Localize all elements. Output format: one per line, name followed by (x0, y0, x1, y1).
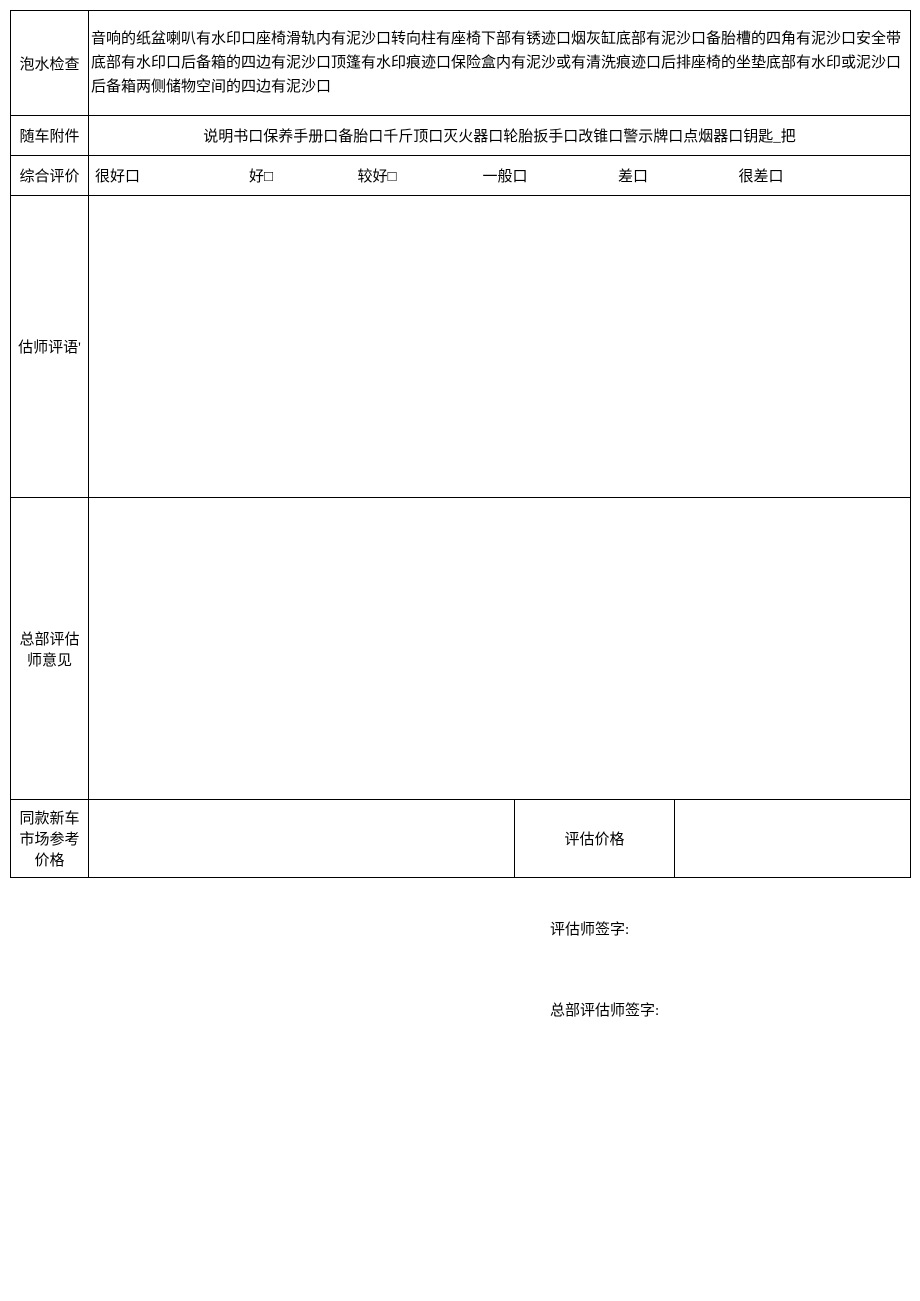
same-model-price-label: 同款新车市场参考价格 (11, 800, 89, 878)
overall-eval-options-cell: 很好口 好□ 较好□ 一般口 差口 很差口 (89, 156, 911, 196)
appraisal-price-value (675, 800, 911, 878)
accessories-content: 说明书口保养手册口备胎口千斤顶口灭火器口轮胎扳手口改锥口警示牌口点烟器口钥匙_把 (89, 116, 911, 156)
eval-average: 一般口 (435, 165, 575, 186)
eval-options-row: 很好口 好□ 较好□ 一般口 差口 很差口 (91, 165, 908, 186)
overall-eval-label: 综合评价 (11, 156, 89, 196)
row-hq-appraiser-opinion: 总部评估师意见 (11, 498, 911, 800)
accessories-label: 随车附件 (11, 116, 89, 156)
hq-appraiser-signature-label: 总部评估师签字: (550, 999, 910, 1020)
hq-appraiser-opinion-content (89, 498, 911, 800)
appraiser-comment-content (89, 196, 911, 498)
eval-good: 好□ (203, 165, 319, 186)
water-check-label: 泡水检查 (11, 11, 89, 116)
appraiser-comment-label: 估师评语' (11, 196, 89, 498)
same-model-price-value (89, 800, 515, 878)
eval-bad: 差口 (575, 165, 691, 186)
water-check-content: 音响的纸盆喇叭有水印口座椅滑轨内有泥沙口转向柱有座椅下部有锈迹口烟灰缸底部有泥沙… (89, 11, 911, 116)
row-water-check: 泡水检查 音响的纸盆喇叭有水印口座椅滑轨内有泥沙口转向柱有座椅下部有锈迹口烟灰缸… (11, 11, 911, 116)
row-overall-eval: 综合评价 很好口 好□ 较好□ 一般口 差口 很差口 (11, 156, 911, 196)
eval-fairly-good: 较好□ (319, 165, 435, 186)
hq-appraiser-opinion-label: 总部评估师意见 (11, 498, 89, 800)
row-appraiser-comment: 估师评语' (11, 196, 911, 498)
appraiser-signature-label: 评估师签字: (550, 918, 910, 939)
row-price: 同款新车市场参考价格 评估价格 (11, 800, 911, 878)
signature-block: 评估师签字: 总部评估师签字: (10, 918, 910, 1020)
evaluation-form-table: 泡水检查 音响的纸盆喇叭有水印口座椅滑轨内有泥沙口转向柱有座椅下部有锈迹口烟灰缸… (10, 10, 911, 878)
eval-very-good: 很好口 (95, 165, 203, 186)
appraisal-price-label: 评估价格 (515, 800, 675, 878)
eval-very-bad: 很差口 (691, 165, 831, 186)
row-accessories: 随车附件 说明书口保养手册口备胎口千斤顶口灭火器口轮胎扳手口改锥口警示牌口点烟器… (11, 116, 911, 156)
